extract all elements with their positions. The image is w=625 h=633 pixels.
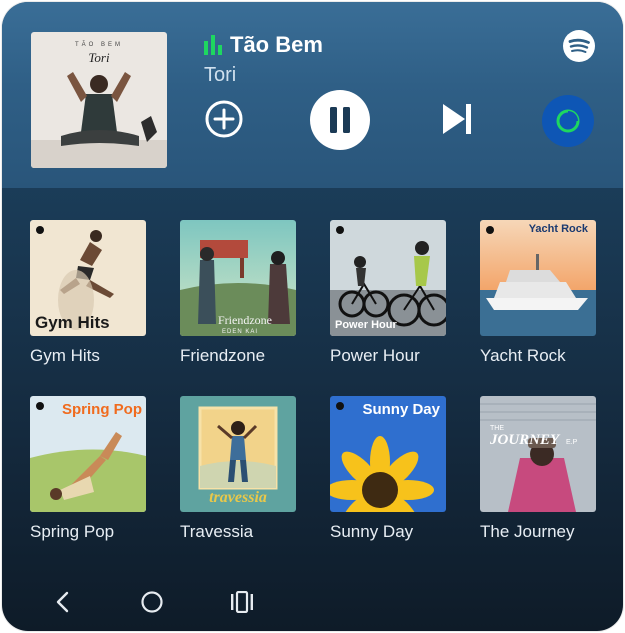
now-playing-panel: TÃO BEM Tori Tão Bem Tori [2, 2, 623, 188]
playlist-tile-power-hour[interactable]: Power Hour Power Hour [330, 220, 446, 366]
playlist-tile-sunny-day[interactable]: Sunny Day Sunny Day [330, 396, 446, 542]
track-artist[interactable]: Tori [204, 64, 236, 87]
cover-text: Friendzone [218, 313, 272, 327]
playlist-cover: travessia [180, 396, 296, 512]
add-to-library-button[interactable] [204, 99, 244, 139]
playlist-label: Yacht Rock [480, 346, 566, 365]
cover-text: Power Hour [335, 319, 397, 331]
album-art[interactable]: TÃO BEM Tori [31, 32, 167, 168]
cover-subtext: E.P [566, 439, 578, 446]
cover-text: travessia [209, 489, 267, 506]
home-circle-icon [141, 591, 163, 613]
skip-next-icon [443, 104, 471, 134]
playlist-tile-friendzone[interactable]: Friendzone EDEN KAI Friendzone [180, 220, 296, 366]
connect-device-button[interactable] [542, 95, 594, 147]
playlist-label: Friendzone [180, 346, 266, 365]
album-art-title: TÃO BEM [75, 41, 123, 48]
album-art-signature: Tori [88, 50, 110, 65]
spotify-widget: TÃO BEM Tori Tão Bem Tori Gym Hits Gym H… [2, 2, 623, 631]
playlist-tile-the-journey[interactable]: THE JOURNEY E.P The Journey [480, 396, 596, 542]
playlist-tile-travessia[interactable]: travessia Travessia [180, 396, 296, 542]
cover-subtext: EDEN KAI [222, 329, 258, 335]
cover-pretext: THE [490, 425, 504, 432]
back-button[interactable] [42, 582, 82, 622]
add-circle-icon [205, 100, 243, 138]
skip-next-button[interactable] [440, 101, 474, 137]
recents-icon [231, 591, 253, 613]
back-chevron-icon [56, 591, 69, 613]
cover-text: Gym Hits [35, 313, 110, 332]
playlist-label: Sunny Day [330, 522, 414, 541]
playlist-cover: Sunny Day [330, 396, 446, 512]
playlist-label: Travessia [180, 522, 254, 541]
playlist-cover: Gym Hits [30, 220, 146, 336]
playlist-cover: THE JOURNEY E.P [480, 396, 596, 512]
pause-icon [330, 107, 350, 133]
playlist-tile-yacht-rock[interactable]: Yacht Rock Yacht Rock [480, 220, 596, 366]
playlist-label: Power Hour [330, 346, 420, 365]
playlist-label: Spring Pop [30, 522, 115, 541]
playlist-cover: Friendzone EDEN KAI [180, 220, 296, 336]
spotify-logo-icon[interactable] [563, 30, 595, 62]
playlist-cover: Yacht Rock [480, 220, 596, 336]
playlist-label: Gym Hits [30, 346, 100, 365]
now-playing-equalizer-icon [204, 35, 222, 55]
playlist-label: The Journey [480, 522, 575, 541]
playlist-tile-spring-pop[interactable]: Spring Pop Spring Pop [30, 396, 146, 542]
recents-button[interactable] [222, 582, 262, 622]
system-navigation-bar [2, 582, 623, 622]
playlist-tile-gym-hits[interactable]: Gym Hits Gym Hits [30, 220, 146, 366]
cover-text: Yacht Rock [529, 223, 589, 235]
playlist-cover: Spring Pop [30, 396, 146, 512]
track-title[interactable]: Tão Bem [230, 32, 323, 58]
cover-text: Sunny Day [362, 401, 440, 418]
cover-text: JOURNEY [489, 432, 561, 448]
cover-text: Spring Pop [62, 401, 142, 418]
pause-button[interactable] [310, 90, 370, 150]
home-button[interactable] [132, 582, 172, 622]
connect-device-icon [556, 109, 580, 133]
playlist-cover: Power Hour [330, 220, 446, 336]
